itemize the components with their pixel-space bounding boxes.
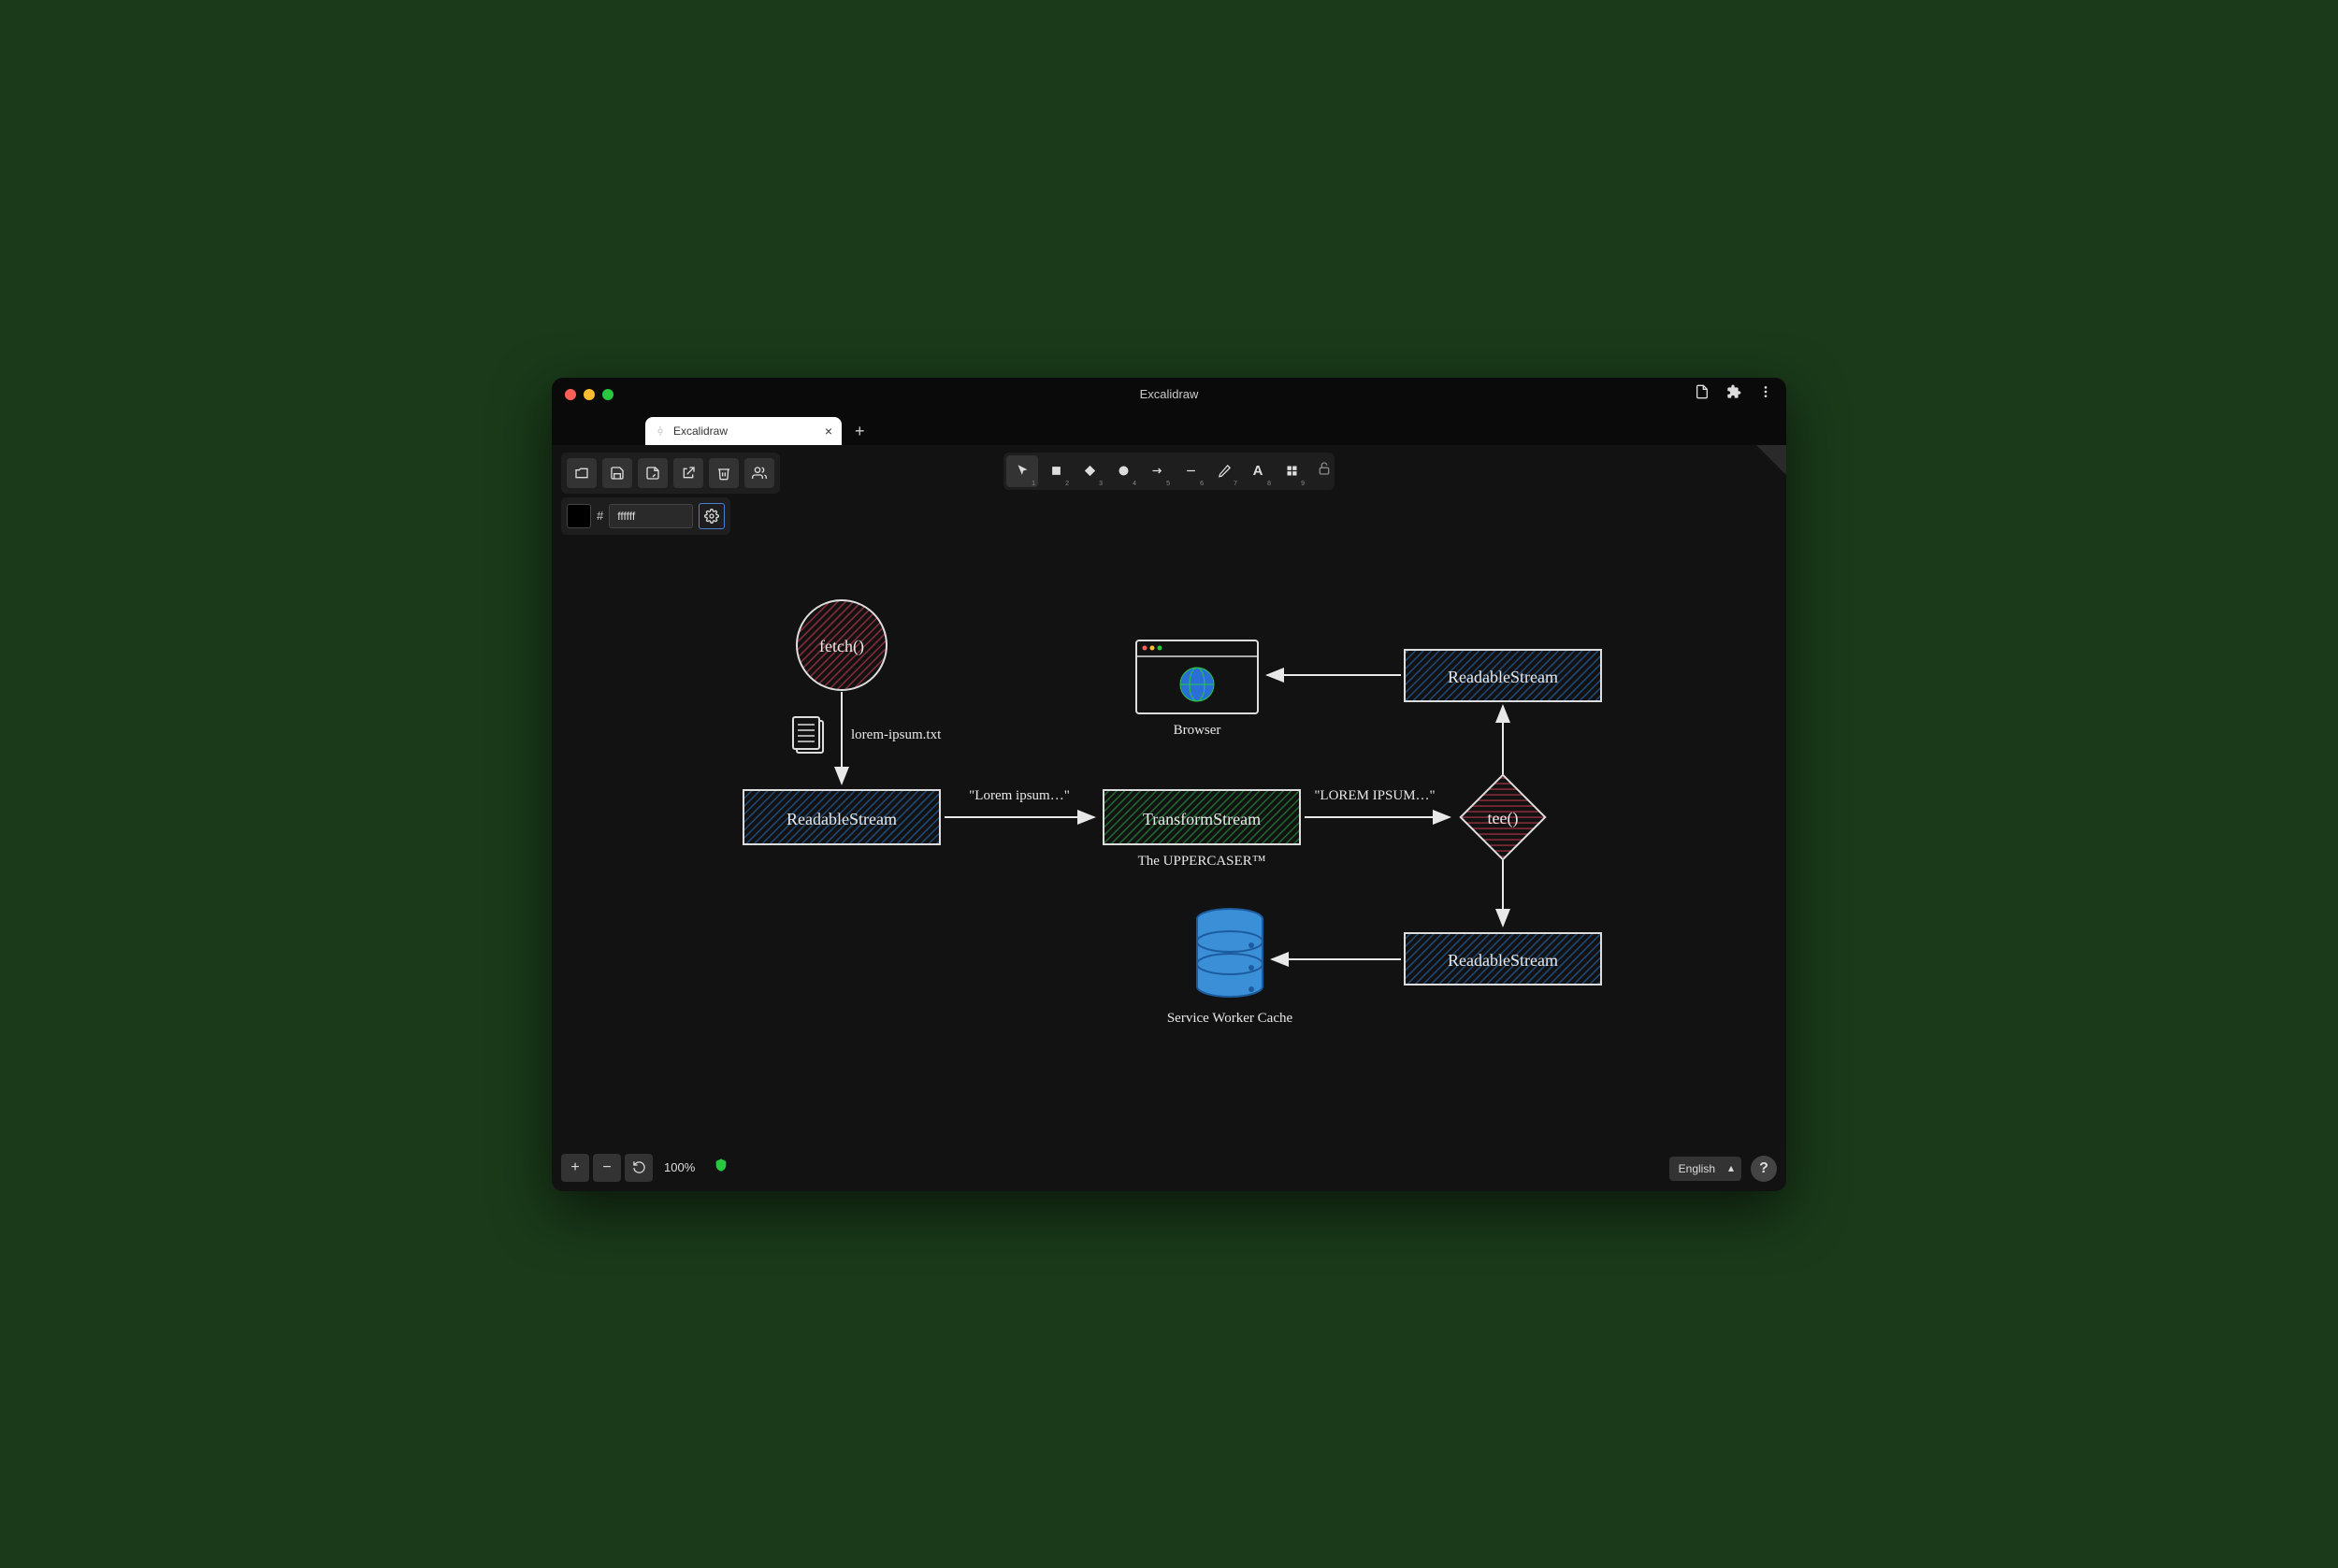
label-fetch: fetch() <box>819 637 864 656</box>
app-window: Excalidraw Excalidraw × + # <box>552 378 1786 1191</box>
label-cache: Service Worker Cache <box>1167 1011 1293 1026</box>
zoom-percentage: 100% <box>657 1160 702 1174</box>
maximize-window-button[interactable] <box>602 389 613 400</box>
label-browser: Browser <box>1174 723 1221 738</box>
close-window-button[interactable] <box>565 389 576 400</box>
label-arrow-2: "LOREM IPSUM…" <box>1314 788 1435 803</box>
zoom-out-button[interactable]: − <box>593 1154 621 1182</box>
footer-right: English ? <box>1669 1156 1777 1182</box>
tab-bar: Excalidraw × + <box>552 411 1786 445</box>
traffic-lights <box>565 389 613 400</box>
file-icon[interactable] <box>1695 384 1710 404</box>
label-file: lorem-ipsum.txt <box>851 727 942 742</box>
titlebar: Excalidraw <box>552 378 1786 411</box>
language-label: English <box>1679 1162 1715 1175</box>
label-readable-3: ReadableStream <box>1448 951 1558 970</box>
language-select[interactable]: English <box>1669 1157 1741 1181</box>
browser-tab[interactable]: Excalidraw × <box>645 417 842 445</box>
tab-title: Excalidraw <box>673 424 728 438</box>
canvas[interactable]: fetch() lorem-ipsum.txt ReadableStream <box>552 445 1786 1191</box>
label-readable-2: ReadableStream <box>1448 668 1558 686</box>
node-cache[interactable] <box>1197 909 1263 997</box>
zoom-reset-button[interactable] <box>625 1154 653 1182</box>
window-title: Excalidraw <box>1140 387 1199 401</box>
file-icon <box>793 717 823 753</box>
node-browser[interactable] <box>1136 640 1258 713</box>
label-transform: TransformStream <box>1143 810 1261 828</box>
label-arrow-1: "Lorem ipsum…" <box>969 788 1070 803</box>
more-icon[interactable] <box>1758 384 1773 404</box>
minimize-window-button[interactable] <box>584 389 595 400</box>
new-tab-button[interactable]: + <box>845 418 874 445</box>
label-tee: tee() <box>1488 809 1519 828</box>
zoom-in-button[interactable]: + <box>561 1154 589 1182</box>
label-transform-sub: The UPPERCASER™ <box>1138 854 1266 869</box>
app-body: # 1 2 3 4 5 6 7 A8 9 <box>552 445 1786 1191</box>
tab-favicon-icon <box>655 425 666 437</box>
tab-close-button[interactable]: × <box>825 424 832 439</box>
label-readable-1: ReadableStream <box>787 810 897 828</box>
shield-icon[interactable] <box>714 1158 729 1177</box>
extension-icon[interactable] <box>1726 384 1741 404</box>
zoom-toolbar: + − 100% <box>561 1154 729 1182</box>
help-button[interactable]: ? <box>1751 1156 1777 1182</box>
